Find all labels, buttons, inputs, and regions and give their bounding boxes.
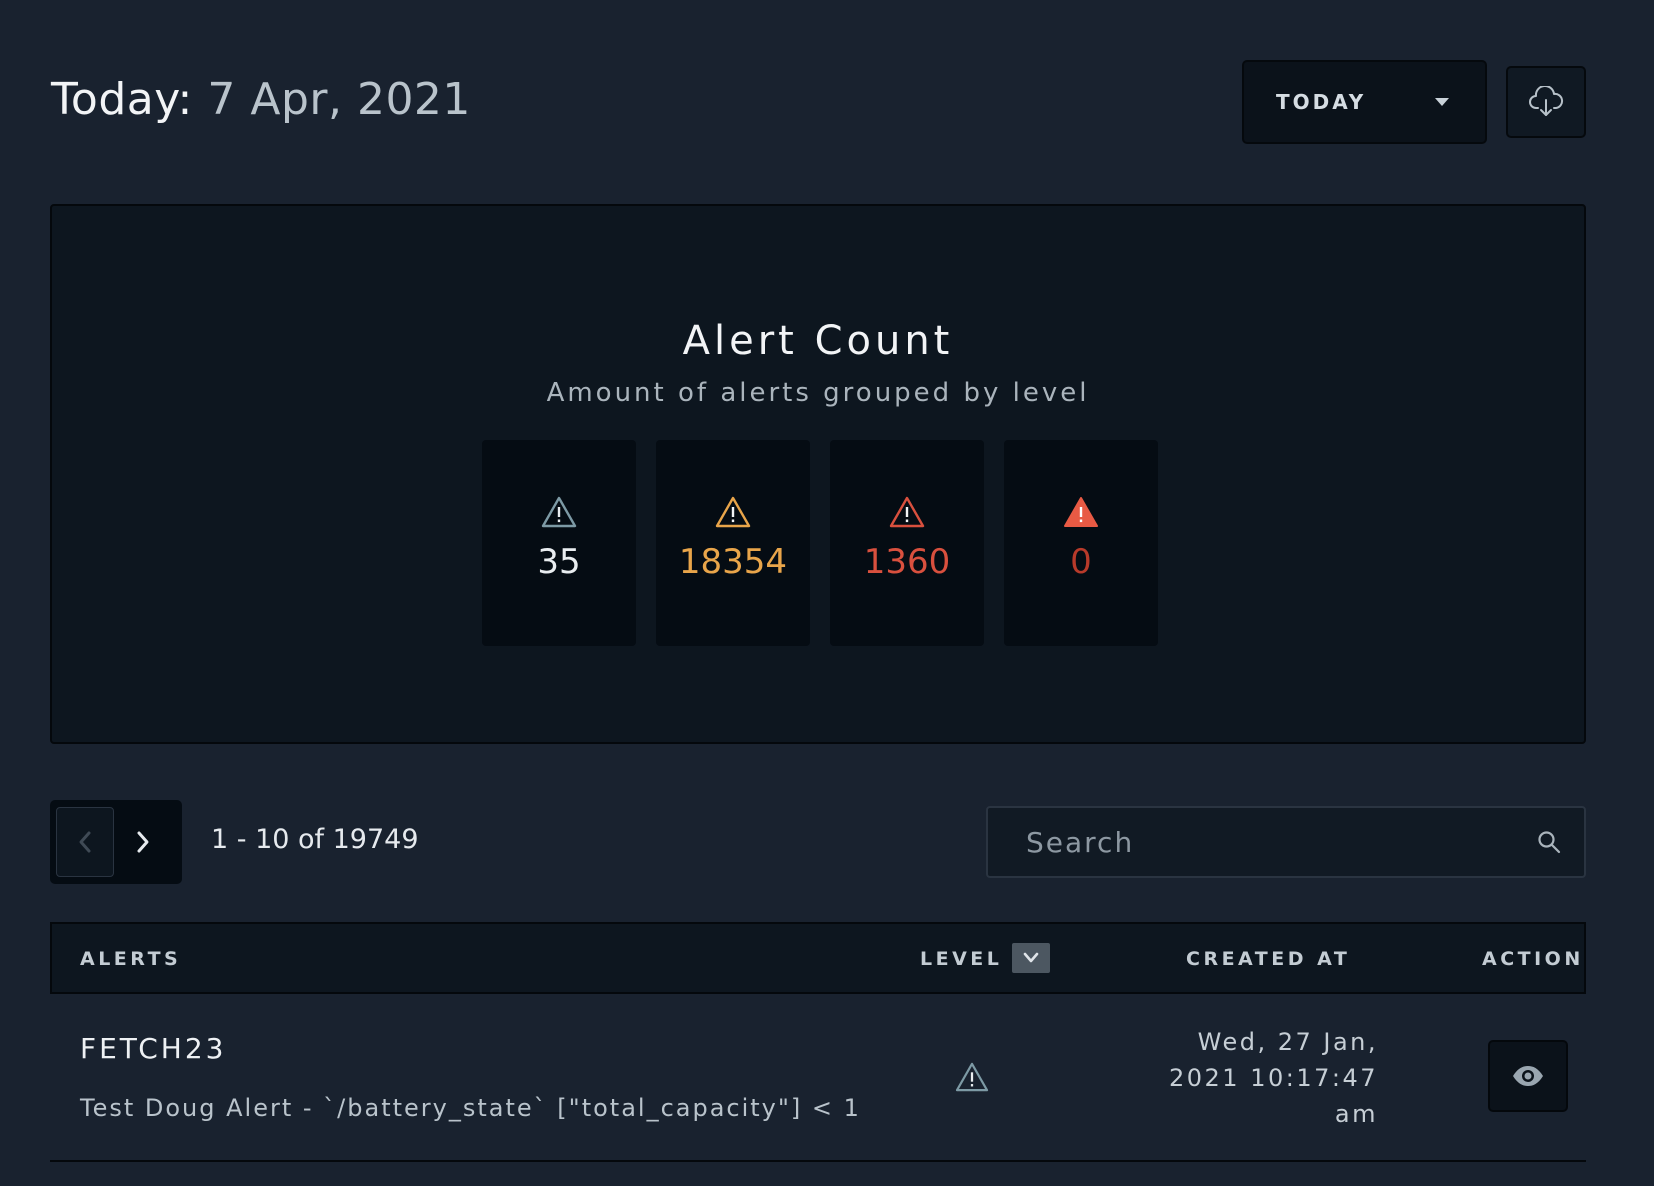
created-at-line: am	[1334, 1100, 1378, 1128]
search-input[interactable]	[1026, 825, 1536, 859]
eye-icon	[1513, 1066, 1543, 1086]
level-sort-button[interactable]	[1012, 943, 1050, 973]
warning-triangle-filled-icon	[1064, 497, 1098, 527]
view-alert-button[interactable]	[1488, 1040, 1568, 1112]
chevron-down-icon	[1023, 952, 1039, 963]
level-tile-error: 1360	[830, 440, 984, 646]
prev-page-button[interactable]	[56, 807, 114, 877]
chevron-left-icon	[79, 831, 91, 853]
column-header-alerts: ALERTS	[80, 948, 182, 970]
pagination-summary: 1 - 10 of 19749	[211, 824, 419, 855]
chevron-right-icon	[137, 831, 149, 853]
created-at-line: 2021 10:17:47	[1169, 1064, 1378, 1092]
table-row: FETCH23 Test Doug Alert - `/battery_stat…	[50, 994, 1586, 1162]
next-page-button[interactable]	[114, 807, 172, 877]
alert-count-panel: Alert Count Amount of alerts grouped by …	[50, 204, 1586, 744]
level-count-error: 1360	[863, 542, 951, 582]
level-count-critical: 0	[1070, 542, 1092, 582]
date-range-select[interactable]: TODAY	[1242, 60, 1487, 144]
column-header-level: LEVEL	[920, 948, 1003, 970]
alert-title: FETCH23	[80, 1032, 227, 1065]
alert-count-subtitle: Amount of alerts grouped by level	[546, 378, 1090, 408]
warning-triangle-icon	[541, 496, 577, 528]
page-title-label: Today:	[51, 74, 193, 125]
alert-level	[955, 1062, 989, 1096]
page-title: Today: 7 Apr, 2021	[51, 74, 471, 125]
warning-triangle-icon	[955, 1062, 989, 1092]
search-icon[interactable]	[1536, 829, 1562, 855]
cloud-download-icon	[1529, 86, 1564, 116]
page-title-date: 7 Apr, 2021	[207, 74, 471, 125]
level-count-warning: 18354	[678, 542, 788, 582]
level-tile-critical: 0	[1004, 440, 1158, 646]
level-tile-info: 35	[482, 440, 636, 646]
alert-count-title: Alert Count	[682, 318, 954, 364]
level-tile-warning: 18354	[656, 440, 810, 646]
column-header-action: ACTION	[1482, 948, 1584, 970]
alert-created-at: Wed, 27 Jan, 2021 10:17:47 am	[1130, 1024, 1378, 1132]
table-header: ALERTS LEVEL CREATED AT ACTION	[50, 922, 1586, 994]
download-button[interactable]	[1506, 66, 1586, 138]
created-at-line: Wed, 27 Jan,	[1197, 1028, 1378, 1056]
alert-level-tiles: 35 18354 1360 0	[482, 440, 1158, 646]
warning-triangle-icon	[889, 496, 925, 528]
date-range-value: TODAY	[1276, 90, 1367, 114]
column-header-created-at: CREATED AT	[1186, 948, 1351, 970]
alerts-table: ALERTS LEVEL CREATED AT ACTION FETCH23 T…	[50, 922, 1586, 1186]
alerts-page: Today: 7 Apr, 2021 TODAY Alert Count Amo…	[0, 0, 1654, 1186]
pagination-controls	[50, 800, 182, 884]
caret-down-icon	[1435, 98, 1449, 106]
level-count-info: 35	[537, 542, 581, 582]
table-row	[50, 1162, 1586, 1186]
alert-description: Test Doug Alert - `/battery_state` ["tot…	[80, 1094, 861, 1122]
search-box	[986, 806, 1586, 878]
warning-triangle-icon	[715, 496, 751, 528]
